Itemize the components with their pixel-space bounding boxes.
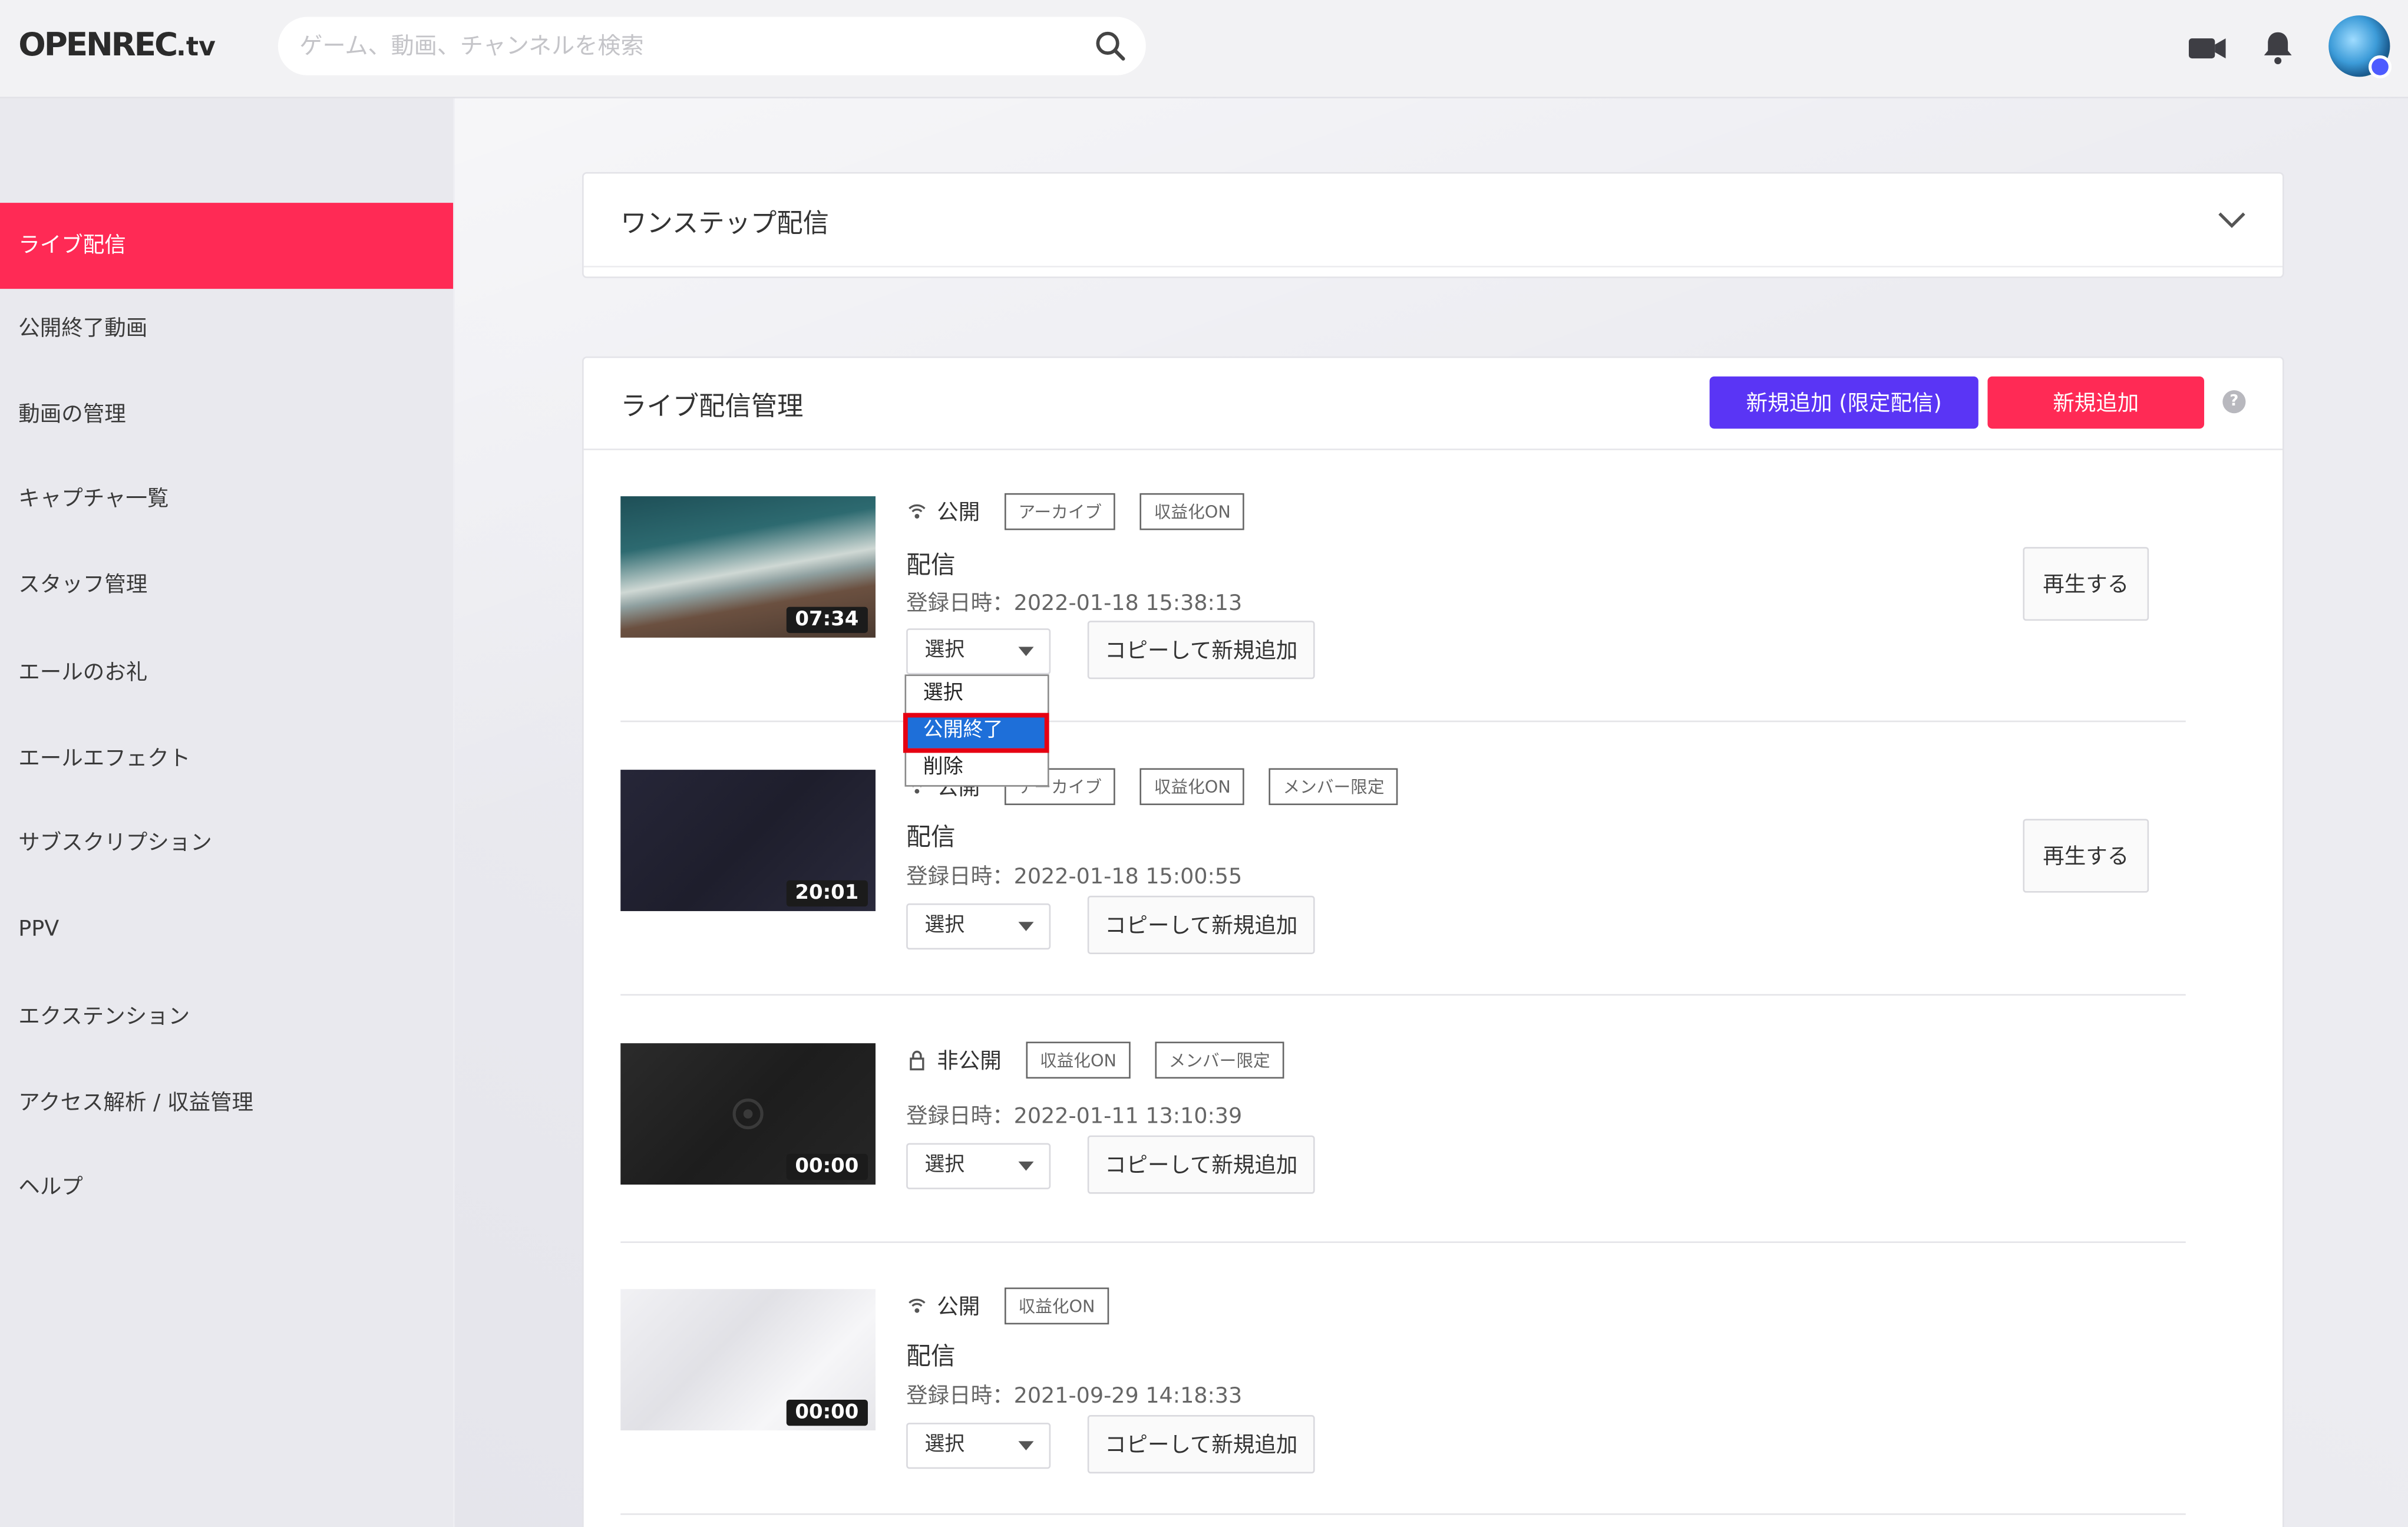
chevron-down-icon[interactable] [2215,203,2248,236]
tag-monetize: 収益化ON [1140,493,1245,530]
search-icon[interactable] [1094,29,1127,63]
verified-badge-icon [2368,55,2392,78]
video-camera-icon[interactable] [2187,28,2227,68]
caret-down-icon [1018,922,1034,931]
row-divider [620,720,2186,723]
status-line: 公開 アーカイブ 収益化ON [906,493,1269,530]
row-divider [620,1513,2186,1515]
status-private: 非公開 [906,1045,1002,1076]
stream-name: 配信 [906,550,956,579]
select-value: 選択 [924,639,965,662]
tag-monetize: 収益化ON [1026,1041,1131,1079]
select-value: 選択 [924,1153,965,1177]
copy-new-button[interactable]: コピーして新規追加 [1087,895,1315,954]
select-value: 選択 [924,1433,965,1457]
highlight-annotation-box [903,713,1049,753]
sidebar-item-analytics[interactable]: アクセス解析 / 収益管理 [0,1060,453,1146]
sidebar-item-live[interactable]: ライブ配信 [0,203,454,289]
stream-row: 20:01 公開 アーカイブ 収益化ON メンバー限定 配信 登録日時：2022… [620,768,2186,1000]
duration-label: 00:00 [785,1153,868,1180]
stream-date: 登録日時：2022-01-18 15:38:13 [906,591,1243,616]
stream-thumbnail[interactable]: 00:00 [620,1289,876,1431]
sidebar-item-subscription[interactable]: サブスクリプション [0,800,453,886]
lock-icon [910,1050,924,1071]
live-manage-title: ライブ配信管理 [620,391,804,423]
stream-row: 00:00 非公開 収益化ON メンバー限定 登録日時：2022-01-11 1… [620,1041,2186,1289]
bell-icon[interactable] [2258,28,2298,68]
duration-label: 20:01 [785,880,868,907]
stream-thumbnail[interactable]: 07:34 [620,496,876,638]
stream-row: 00:00 公開 収益化ON 配信 登録日時：2021-09-29 14:18:… [620,1287,2186,1519]
placeholder-play-icon [732,1099,764,1130]
stream-row: 07:34 公開 アーカイブ 収益化ON 配信 登録日時：2022-01-18 … [620,493,2186,727]
divider [583,266,2283,268]
one-step-title: ワンステップ配信 [620,209,829,240]
logo-suffix: .tv [176,32,216,63]
sidebar-item-captures[interactable]: キャプチャ一覧 [0,456,453,542]
one-step-card: ワンステップ配信 [582,172,2284,278]
tag-member-only: メンバー限定 [1269,768,1398,806]
caret-down-icon [1018,647,1034,657]
stream-name: 配信 [906,822,956,852]
sidebar-item-yell-thanks[interactable]: エールのお礼 [0,630,453,716]
tag-member-only: メンバー限定 [1155,1041,1284,1079]
live-manage-header: ライブ配信管理 新規追加 (限定配信) 新規追加 ? [583,358,2283,450]
tag-monetize: 収益化ON [1140,768,1245,806]
action-select[interactable]: 選択 [906,903,1051,950]
caret-down-icon [1018,1441,1034,1451]
action-select[interactable]: 選択 [906,628,1051,675]
copy-new-button[interactable]: コピーして新規追加 [1087,1135,1315,1194]
stream-date: 登録日時：2022-01-18 15:00:55 [906,865,1243,890]
help-icon[interactable]: ? [2222,390,2246,414]
select-value: 選択 [924,914,965,938]
search-bar [278,17,1146,75]
action-select[interactable]: 選択 [906,1143,1051,1189]
top-header: OPENREC.tv [0,0,2408,98]
row-divider [620,994,2186,996]
dropdown-option-delete[interactable]: 削除 [906,751,1048,785]
status-text: 公開 [937,500,980,526]
sidebar-item-ppv[interactable]: PPV [0,886,453,972]
search-input[interactable] [299,27,1052,65]
page-root: OPENREC.tv ライブ配信 公開終了動画 動画の管理 キャプチャ一覧 スタ… [0,0,2408,1527]
stream-date: 登録日時：2021-09-29 14:18:33 [906,1384,1243,1409]
sidebar-item-help[interactable]: ヘルプ [0,1145,453,1231]
status-text: 公開 [937,1295,980,1320]
status-line: 非公開 収益化ON メンバー限定 [906,1041,1309,1079]
stream-thumbnail[interactable]: 00:00 [620,1043,876,1185]
status-public: 公開 [906,496,980,527]
sidebar-item-ended-videos[interactable]: 公開終了動画 [0,286,453,372]
status-text: 非公開 [937,1049,1002,1074]
add-limited-button[interactable]: 新規追加 (限定配信) [1709,376,1978,429]
sidebar-item-staff[interactable]: スタッフ管理 [0,542,453,628]
openrec-logo[interactable]: OPENREC.tv [18,26,216,63]
copy-new-button[interactable]: コピーして新規追加 [1087,1415,1315,1474]
sidebar-item-yell-effect[interactable]: エールエフェクト [0,716,453,802]
copy-new-button[interactable]: コピーして新規追加 [1087,621,1315,680]
live-manage-card: ライブ配信管理 新規追加 (限定配信) 新規追加 ? 07:34 公開 アーカイ… [582,356,2284,1527]
sidebar: ライブ配信 公開終了動画 動画の管理 キャプチャ一覧 スタッフ管理 エールのお礼… [0,98,454,1527]
sidebar-item-video-manage[interactable]: 動画の管理 [0,372,453,458]
sidebar-item-extension[interactable]: エクステンション [0,974,453,1060]
action-select[interactable]: 選択 [906,1423,1051,1469]
tag-archive: アーカイブ [1004,493,1116,530]
play-button[interactable]: 再生する [2023,819,2149,893]
logo-text: OPENREC [18,26,178,63]
row-divider [620,1241,2186,1244]
user-avatar[interactable] [2328,15,2392,78]
play-button[interactable]: 再生する [2023,547,2149,621]
dropdown-option-select[interactable]: 選択 [906,678,1048,711]
add-new-button[interactable]: 新規追加 [1987,376,2205,429]
caret-down-icon [1018,1161,1034,1171]
stream-thumbnail[interactable]: 20:01 [620,770,876,911]
broadcast-icon [909,1298,926,1313]
tag-monetize: 収益化ON [1004,1287,1109,1325]
broadcast-icon [909,504,926,519]
stream-name: 配信 [906,1341,956,1371]
duration-label: 07:34 [785,606,868,634]
status-public: 公開 [906,1291,980,1321]
status-line: 公開 収益化ON [906,1287,1134,1325]
duration-label: 00:00 [785,1399,868,1426]
stream-date: 登録日時：2022-01-11 13:10:39 [906,1104,1243,1130]
